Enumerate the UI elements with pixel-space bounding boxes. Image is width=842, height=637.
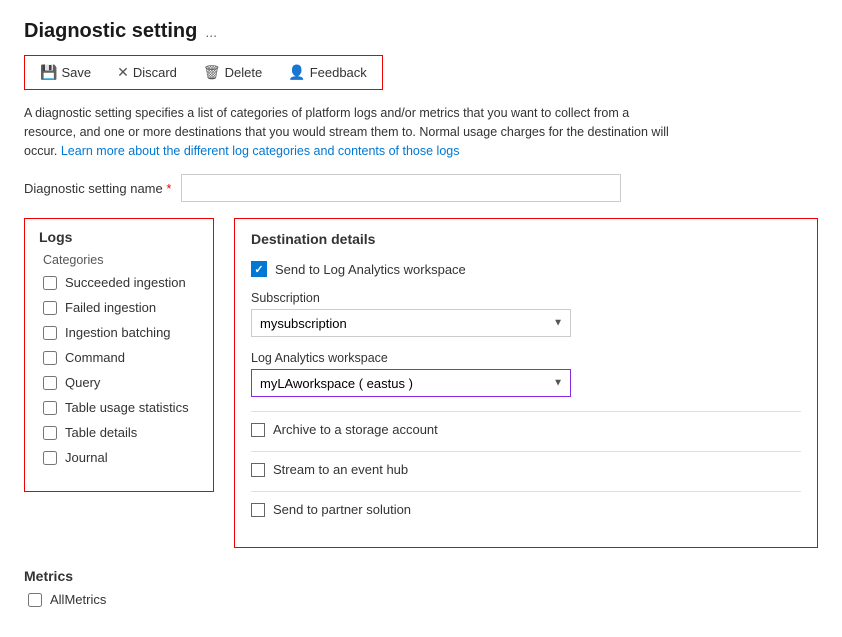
save-button[interactable]: 💾 Save	[29, 58, 102, 87]
log-analytics-workspace-label: Log Analytics workspace	[251, 351, 801, 365]
log-item-query: Query	[39, 375, 199, 390]
log-item-journal: Journal	[39, 450, 199, 465]
log-analytics-workspace-select[interactable]: myLAworkspace ( eastus )	[251, 369, 571, 397]
stream-event-hub-row: Stream to an event hub	[251, 462, 801, 477]
log-analytics-workspace-select-wrapper: myLAworkspace ( eastus ) ▼	[251, 369, 571, 397]
metric-item-allmetrics: AllMetrics	[24, 592, 818, 607]
partner-solution-label[interactable]: Send to partner solution	[273, 502, 411, 517]
logs-panel: Logs Categories Succeeded ingestion Fail…	[24, 218, 214, 492]
log-item-failed-ingestion: Failed ingestion	[39, 300, 199, 315]
logs-section-title: Logs	[39, 229, 199, 245]
log-label-query[interactable]: Query	[65, 375, 100, 390]
metric-checkbox-allmetrics[interactable]	[28, 593, 42, 607]
subscription-select[interactable]: mysubscription	[251, 309, 571, 337]
partner-solution-row: Send to partner solution	[251, 502, 801, 517]
log-item-table-usage-statistics: Table usage statistics	[39, 400, 199, 415]
log-label-table-usage-statistics[interactable]: Table usage statistics	[65, 400, 189, 415]
log-label-ingestion-batching[interactable]: Ingestion batching	[65, 325, 171, 340]
log-checkbox-table-usage-statistics[interactable]	[43, 401, 57, 415]
log-checkbox-table-details[interactable]	[43, 426, 57, 440]
name-field-row: Diagnostic setting name *	[24, 174, 818, 202]
destination-separator-3	[251, 491, 801, 492]
destination-section-title: Destination details	[251, 231, 801, 247]
feedback-icon: 👤	[288, 64, 305, 81]
log-checkbox-failed-ingestion[interactable]	[43, 301, 57, 315]
categories-label: Categories	[39, 253, 199, 267]
stream-event-hub-checkbox[interactable]	[251, 463, 265, 477]
send-to-log-analytics-label[interactable]: Send to Log Analytics workspace	[275, 262, 466, 277]
log-label-command[interactable]: Command	[65, 350, 125, 365]
archive-storage-row: Archive to a storage account	[251, 422, 801, 437]
delete-icon: 🗑	[203, 64, 221, 81]
log-checkbox-ingestion-batching[interactable]	[43, 326, 57, 340]
log-checkbox-command[interactable]	[43, 351, 57, 365]
discard-button[interactable]: ✕ Discard	[106, 58, 188, 87]
archive-storage-checkbox[interactable]	[251, 423, 265, 437]
log-item-ingestion-batching: Ingestion batching	[39, 325, 199, 340]
log-label-succeeded-ingestion[interactable]: Succeeded ingestion	[65, 275, 186, 290]
log-label-failed-ingestion[interactable]: Failed ingestion	[65, 300, 156, 315]
destination-separator-2	[251, 451, 801, 452]
destination-panel: Destination details Send to Log Analytic…	[234, 218, 818, 548]
log-label-table-details[interactable]: Table details	[65, 425, 137, 440]
log-analytics-workspace-group: Log Analytics workspace myLAworkspace ( …	[251, 351, 801, 397]
log-checkbox-query[interactable]	[43, 376, 57, 390]
metrics-section: Metrics AllMetrics	[24, 568, 818, 607]
discard-icon: ✕	[117, 64, 129, 81]
send-to-log-analytics-checkbox[interactable]	[251, 261, 267, 277]
toolbar: 💾 Save ✕ Discard 🗑 Delete 👤 Feedback	[24, 55, 383, 90]
destination-separator-1	[251, 411, 801, 412]
partner-solution-checkbox[interactable]	[251, 503, 265, 517]
save-icon: 💾	[40, 64, 57, 81]
main-content: Logs Categories Succeeded ingestion Fail…	[24, 218, 818, 548]
feedback-button[interactable]: 👤 Feedback	[277, 58, 378, 87]
subscription-group: Subscription mysubscription ▼	[251, 291, 801, 337]
description-text: A diagnostic setting specifies a list of…	[24, 104, 684, 160]
log-item-command: Command	[39, 350, 199, 365]
log-label-journal[interactable]: Journal	[65, 450, 108, 465]
log-item-table-details: Table details	[39, 425, 199, 440]
send-to-log-analytics-row: Send to Log Analytics workspace	[251, 261, 801, 277]
learn-more-link[interactable]: Learn more about the different log categ…	[61, 144, 460, 158]
subscription-select-wrapper: mysubscription ▼	[251, 309, 571, 337]
stream-event-hub-label[interactable]: Stream to an event hub	[273, 462, 408, 477]
archive-storage-label[interactable]: Archive to a storage account	[273, 422, 438, 437]
page-title: Diagnostic setting ...	[24, 20, 818, 43]
name-field-label: Diagnostic setting name *	[24, 181, 171, 196]
metrics-section-title: Metrics	[24, 568, 818, 584]
log-checkbox-succeeded-ingestion[interactable]	[43, 276, 57, 290]
log-item-succeeded-ingestion: Succeeded ingestion	[39, 275, 199, 290]
subscription-label: Subscription	[251, 291, 801, 305]
log-checkbox-journal[interactable]	[43, 451, 57, 465]
delete-button[interactable]: 🗑 Delete	[192, 58, 273, 87]
diagnostic-setting-name-input[interactable]	[181, 174, 621, 202]
metric-label-allmetrics[interactable]: AllMetrics	[50, 592, 106, 607]
